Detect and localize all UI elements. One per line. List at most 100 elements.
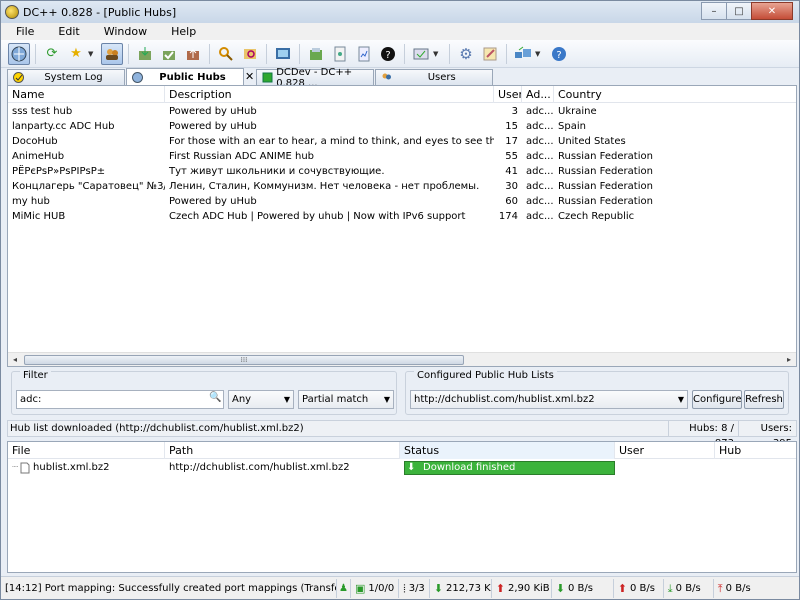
filter-match-select[interactable]: Partial match ▼ (298, 390, 394, 409)
scrollbar-thumb[interactable]: ⁞⁞⁞ (24, 355, 464, 365)
scroll-left-icon[interactable]: ◂ (8, 353, 22, 367)
tab-system-log[interactable]: System Log (7, 69, 125, 85)
hub-row[interactable]: AnimeHub First Russian ADC ANIME hub 55 adc… (8, 149, 796, 164)
favorites-dropdown-icon[interactable]: ▼ (88, 50, 96, 58)
globe-icon (131, 71, 143, 83)
filter-area: Filter adc: 🔍 Any ▼ Partial match ▼ Config… (7, 367, 797, 417)
hub-cell-users: 3 (511, 106, 518, 117)
status-message: [14:12] Port mapping: Successfully creat… (1, 578, 337, 598)
maximize-button[interactable]: □ (726, 2, 752, 20)
hub-cell-desc: Czech ADC Hub | Powered by uhub | Now wi… (169, 211, 466, 222)
svg-text:?: ? (385, 50, 390, 61)
hub-cell-ad: adc... (526, 136, 554, 147)
menu-file[interactable]: File (1, 25, 43, 38)
hubs-horizontal-scrollbar[interactable]: ◂ ⁞⁞⁞ ▸ (8, 352, 796, 366)
hub-cell-name: DocoHub (12, 136, 58, 147)
upload-rate-icon: ⬆ (617, 581, 628, 595)
download-limit-icon: ⤓ (667, 581, 673, 595)
column-users[interactable]: Users (494, 86, 522, 103)
menu-window[interactable]: Window (89, 25, 156, 38)
hub-cell-ad: adc... (526, 151, 554, 162)
queue-icon[interactable] (134, 43, 156, 65)
menu-help[interactable]: Help (156, 25, 205, 38)
hub-row[interactable]: my hub Powered by uHub 60 adc... Russian Fed… (8, 194, 796, 209)
menu-edit[interactable]: Edit (43, 25, 88, 38)
users-icon (380, 72, 392, 84)
close-tab-icon[interactable]: ✕ (245, 70, 254, 83)
users-toolbar-icon[interactable] (101, 42, 123, 65)
spy-icon[interactable] (272, 43, 294, 65)
column-status[interactable]: Status (400, 442, 615, 459)
hub-cell-ad: adc... (526, 196, 554, 207)
hub-cell-desc: Powered by uHub (169, 121, 257, 132)
away-icon[interactable]: ♟ (337, 578, 351, 598)
download-limit[interactable]: ⤓ 0 B/s (664, 578, 714, 598)
refresh-button[interactable]: Refresh (744, 390, 784, 409)
hub-cell-name: РЁРєРѕР»РѕРІРѕР± (12, 166, 106, 177)
column-address[interactable]: Ad... (522, 86, 554, 103)
hub-cell-name: MiMic HUB (12, 211, 66, 222)
upload-queue-icon[interactable] (182, 43, 204, 65)
minimize-button[interactable]: – (701, 2, 727, 20)
close-button[interactable]: ✕ (751, 2, 793, 20)
system-log-toolbar-icon[interactable] (410, 43, 432, 65)
adl-search-icon[interactable] (239, 43, 261, 65)
settings-icon[interactable]: ⚙ (455, 43, 477, 65)
column-country[interactable]: Country (554, 86, 794, 103)
column-user[interactable]: User (615, 442, 715, 459)
main-window: DC++ 0.828 - [Public Hubs] – □ ✕ File Ed… (0, 0, 800, 600)
svg-text:?: ? (556, 50, 561, 61)
notepad-edit-icon[interactable] (479, 43, 501, 65)
users-count: Users: 395 (738, 421, 796, 449)
network-stats-icon[interactable] (353, 43, 375, 65)
upload-limit[interactable]: ⤒ 0 B/s (714, 579, 760, 598)
hub-cell-name: my hub (12, 196, 50, 207)
finished-downloads-icon[interactable] (158, 43, 180, 65)
column-name[interactable]: Name (8, 86, 165, 103)
column-path[interactable]: Path (165, 442, 400, 459)
connect-icon[interactable] (512, 43, 534, 65)
hub-cell-ad: adc... (526, 181, 554, 192)
scroll-right-icon[interactable]: ▸ (782, 353, 796, 367)
hub-list-status: Hub list downloaded (http://dchublist.co… (7, 420, 797, 449)
column-description[interactable]: Description (165, 86, 494, 103)
help-icon[interactable]: ? (548, 43, 570, 65)
column-file[interactable]: File (8, 442, 165, 459)
download-total: ⬇212,73 KiB (430, 578, 492, 598)
configure-button[interactable]: Configure (692, 390, 742, 409)
dc-icon[interactable]: ? (377, 43, 399, 65)
hub-row[interactable]: lanparty.cc ADC Hub Powered by uHub 15 adc.… (8, 119, 796, 134)
hub-cell-country: Russian Federation (558, 196, 653, 207)
column-hub[interactable]: Hub (715, 442, 794, 459)
hub-cell-country: Spain (558, 121, 586, 132)
connect-dropdown-icon[interactable]: ▼ (535, 50, 543, 58)
reconnect-icon[interactable]: ⟳ (41, 43, 63, 65)
search-icon[interactable] (215, 43, 237, 65)
tab-public-hubs[interactable]: Public Hubs (126, 68, 244, 85)
notepad-icon[interactable] (329, 43, 351, 65)
hub-row[interactable]: Концлагерь "Саратовец" №3/14ц Ленин, Стал… (8, 179, 796, 194)
hub-cell-desc: Powered by uHub (169, 196, 257, 207)
filter-column-select[interactable]: Any ▼ (228, 390, 294, 409)
hub-cell-country: Russian Federation (558, 181, 653, 192)
hub-cell-country: United States (558, 136, 626, 147)
filter-input[interactable]: adc: (16, 390, 224, 409)
hub-cell-users: 41 (505, 166, 518, 177)
hublist-url-select[interactable]: http://dchublist.com/hublist.xml.bz2 ▼ (410, 390, 688, 409)
public-hubs-toolbar-icon[interactable] (8, 42, 30, 65)
hub-row[interactable]: sss test hub Powered by uHub 3 adc... Ukrain… (8, 104, 796, 119)
hub-row[interactable]: DocoHub For those with an ear to hear, a … (8, 134, 796, 149)
tab-dcdev-hub[interactable]: DCDev - DC++ 0.828 ... (256, 67, 375, 89)
system-log-dropdown-icon[interactable]: ▼ (433, 50, 441, 58)
hub-row[interactable]: MiMic HUB Czech ADC Hub | Powered by uhub… (8, 209, 796, 224)
hub-cell-ad: adc... (526, 121, 554, 132)
hub-cell-ad: adc... (526, 106, 554, 117)
tab-users[interactable]: Users (375, 69, 494, 85)
transfer-row[interactable]: ┈ hublist.xml.bz2 http://dchublist.com/h… (8, 460, 796, 475)
hub-cell-users: 55 (505, 151, 518, 162)
hub-cell-users: 60 (505, 196, 518, 207)
favorites-icon[interactable]: ★ (65, 43, 87, 65)
monitor-icon: ▣ (355, 581, 366, 595)
hub-row[interactable]: РЁРєРѕР»РѕРІРѕР± Тут живут школьники и со… (8, 164, 796, 179)
open-filelist-icon[interactable] (305, 43, 327, 65)
